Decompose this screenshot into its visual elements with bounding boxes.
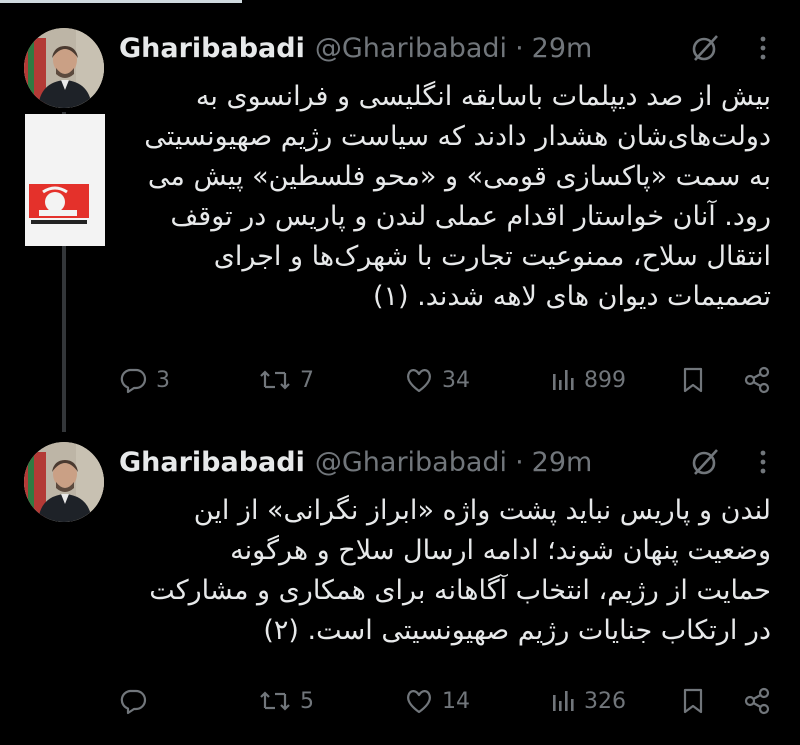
tweet-actions: 5 14 326 [118,681,778,721]
bookmark-icon [683,688,703,714]
views-icon [553,370,574,390]
repost-icon [260,370,290,390]
share-button[interactable] [742,360,772,400]
tweet-text: لندن و پاریس نباید پشت واژه «ابراز نگران… [119,491,771,651]
tweet-text-line: بیش از صد دیپلمات باسابقه انگلیسی و فران… [195,81,771,112]
tweet-text-line: حمایت از رژیم، انتخاب آگاهانه برای همکار… [149,575,771,606]
more-icon[interactable] [750,445,776,479]
bookmark-icon [683,367,703,393]
news-media-card[interactable] [25,114,105,246]
tweet-header: Gharibabadi @Gharibabadi · 29m [119,442,592,482]
share-button[interactable] [742,681,772,721]
avatar[interactable] [24,28,104,108]
tweet-text: بیش از صد دیپلمات باسابقه انگلیسی و فران… [119,77,771,317]
author-name[interactable]: Gharibabadi [119,447,305,478]
reply-count: 3 [156,367,170,393]
author-name[interactable]: Gharibabadi [119,33,305,64]
timestamp[interactable]: 29m [532,447,593,478]
grok-icon[interactable] [688,31,722,65]
tweet-text-line: لندن و پاریس نباید پشت واژه «ابراز نگران… [193,495,771,526]
like-count: 14 [442,688,470,714]
grok-icon[interactable] [688,445,722,479]
bookmark-button[interactable] [680,360,706,400]
views-count: 326 [584,688,626,714]
author-handle[interactable]: @Gharibabadi [315,447,507,478]
repost-button[interactable]: 7 [258,360,314,400]
reply-button[interactable] [118,681,156,721]
tweet-text-line: تصمیمات دیوان های لاهه شدند. (۱) [372,281,771,312]
share-icon [744,366,770,394]
avatar[interactable] [24,442,104,522]
like-icon [407,369,431,393]
like-button[interactable]: 14 [404,681,470,721]
like-button[interactable]: 34 [404,360,470,400]
views-button[interactable]: 326 [550,681,626,721]
reply-icon [120,368,147,394]
news-logo-icon [25,114,105,246]
avatar-photo [24,442,104,522]
like-icon [407,690,431,714]
tweet-2[interactable]: Gharibabadi @Gharibabadi · 29m لندن و پا… [0,420,800,745]
views-count: 899 [584,367,626,393]
more-icon[interactable] [750,31,776,65]
repost-count: 7 [300,367,314,393]
tweet-1[interactable]: Gharibabadi @Gharibabadi · 29m بیش از صد… [0,0,800,432]
author-handle[interactable]: @Gharibabadi [315,33,507,64]
repost-count: 5 [300,688,314,714]
share-icon [744,687,770,715]
tweet-text-line: انتقال سلاح، ممنوعیت تجارت با شهرک‌ها و … [213,241,771,272]
separator-dot: · [515,446,524,478]
separator-dot: · [515,32,524,64]
tweet-text-line: رود. آنان خواستار اقدام عملی لندن و پاری… [170,201,771,232]
bookmark-button[interactable] [680,681,706,721]
reply-button[interactable]: 3 [118,360,170,400]
avatar-photo [24,28,104,108]
tweet-text-line: به سمت «پاکسازی قومی» و «محو فلسطین» پیش… [147,161,771,192]
like-count: 34 [442,367,470,393]
timestamp[interactable]: 29m [532,33,593,64]
repost-icon [260,691,290,711]
views-button[interactable]: 899 [550,360,626,400]
reply-icon [120,689,147,715]
tweet-actions: 3 7 34 899 [118,360,778,400]
tweet-text-line: دولت‌های‌شان هشدار دادند که سیاست رژیم ص… [144,121,771,152]
repost-button[interactable]: 5 [258,681,314,721]
tweet-header: Gharibabadi @Gharibabadi · 29m [119,28,592,68]
tweet-text-line: در ارتکاب جنایات رژیم صهیونسیتی است. (۲) [263,615,771,646]
views-icon [553,691,574,711]
tweet-text-line: وضعیت پنهان شوند؛ ادامه ارسال سلاح و هرگ… [230,535,771,566]
